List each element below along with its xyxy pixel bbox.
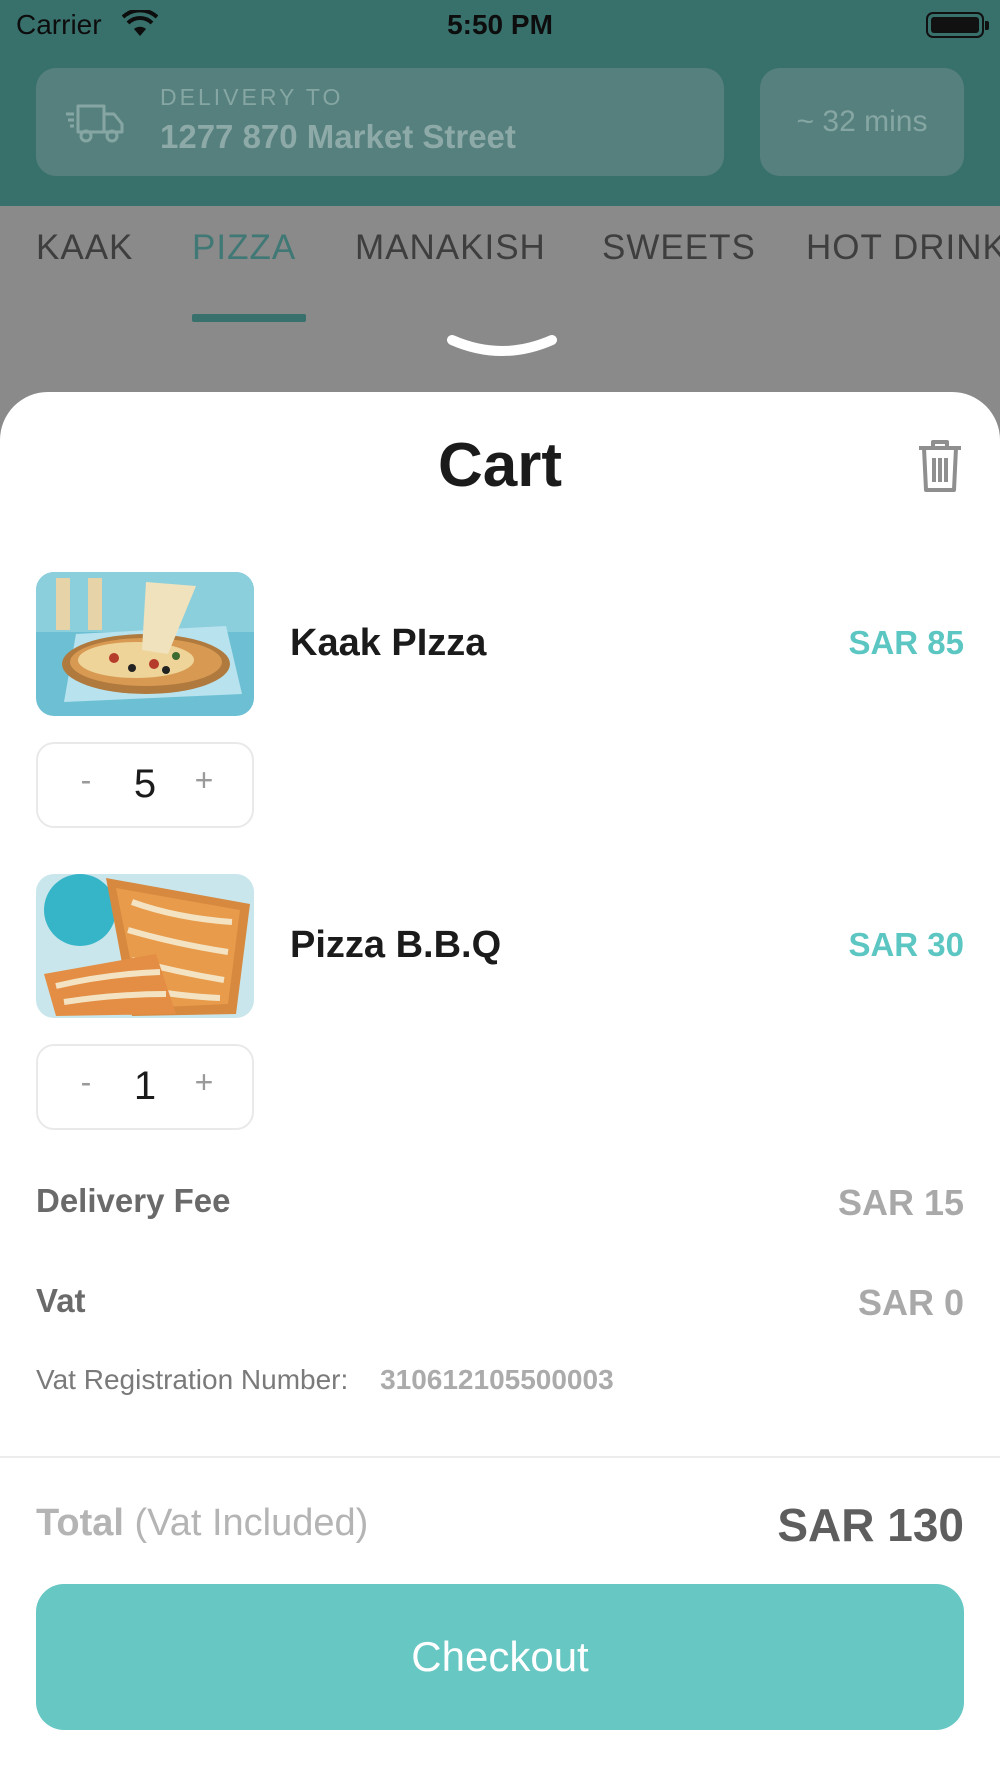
- delivery-address-selector[interactable]: DELIVERY TO 1277 870 Market Street: [36, 68, 724, 176]
- tab-hot-drink[interactable]: HOT DRINK: [806, 228, 1000, 268]
- vat-registration: Vat Registration Number: 310612105500003: [36, 1364, 614, 1396]
- cart-item: Pizza B.B.Q SAR 30 - 1 +: [0, 874, 1000, 1144]
- tab-kaak[interactable]: KAAK: [36, 228, 133, 268]
- item-price: SAR 30: [848, 926, 964, 963]
- delivery-fee-value: SAR 15: [837, 1182, 964, 1223]
- cart-item: Kaak PIzza SAR 85 - 5 +: [0, 572, 1000, 842]
- active-tab-indicator: [192, 314, 306, 322]
- trash-icon[interactable]: [916, 438, 964, 494]
- divider: [0, 1456, 1000, 1458]
- battery-icon: [926, 12, 989, 38]
- cart-title: Cart: [437, 431, 563, 500]
- pizza-bbq-image: [36, 874, 254, 1018]
- total-label: Total (Vat Included): [36, 1502, 368, 1545]
- delivery-to-label: DELIVERY TO: [160, 84, 344, 110]
- item-name: Kaak PIzza: [290, 622, 487, 664]
- item-price: SAR 85: [848, 624, 964, 661]
- tab-manakish[interactable]: MANAKISH: [355, 228, 546, 268]
- quantity-stepper: - 1 +: [36, 1044, 254, 1130]
- checkout-button[interactable]: Checkout: [36, 1584, 964, 1730]
- delivery-address: 1277 870 Market Street: [160, 118, 516, 155]
- clock: 5:50 PM: [447, 9, 553, 40]
- status-bar: Carrier 5:50 PM: [0, 0, 1000, 50]
- tab-pizza[interactable]: PIZZA: [192, 228, 296, 268]
- vat-label: Vat: [36, 1282, 86, 1319]
- app-header: Carrier 5:50 PM DELIVERY TO 1277 870 Mar…: [0, 0, 1000, 206]
- vat-value: SAR 0: [857, 1282, 964, 1323]
- delivery-truck-icon: [66, 104, 124, 143]
- total-value: SAR 130: [777, 1499, 964, 1551]
- tab-sweets[interactable]: SWEETS: [602, 228, 756, 268]
- total-vat-note: (Vat Included): [134, 1502, 369, 1544]
- increase-quantity-button[interactable]: +: [184, 1064, 224, 1101]
- kaak-pizza-image: [36, 572, 254, 716]
- category-tabs: KAAK PIZZA MANAKISH SWEETS HOT DRINK: [0, 206, 1000, 326]
- chevron-down-icon[interactable]: [446, 332, 558, 364]
- vat-registration-number: 310612105500003: [380, 1364, 614, 1395]
- eta-badge: ~ 32 mins: [760, 68, 964, 176]
- cart-sheet: Cart Kaak PIzza SAR 85 - 5 + Pizza B.B.Q…: [0, 392, 1000, 1778]
- increase-quantity-button[interactable]: +: [184, 762, 224, 799]
- item-name: Pizza B.B.Q: [290, 924, 502, 966]
- total-label-text: Total: [36, 1502, 124, 1544]
- quantity-stepper: - 5 +: [36, 742, 254, 828]
- vat-registration-label: Vat Registration Number:: [36, 1364, 349, 1395]
- delivery-fee-label: Delivery Fee: [36, 1182, 231, 1219]
